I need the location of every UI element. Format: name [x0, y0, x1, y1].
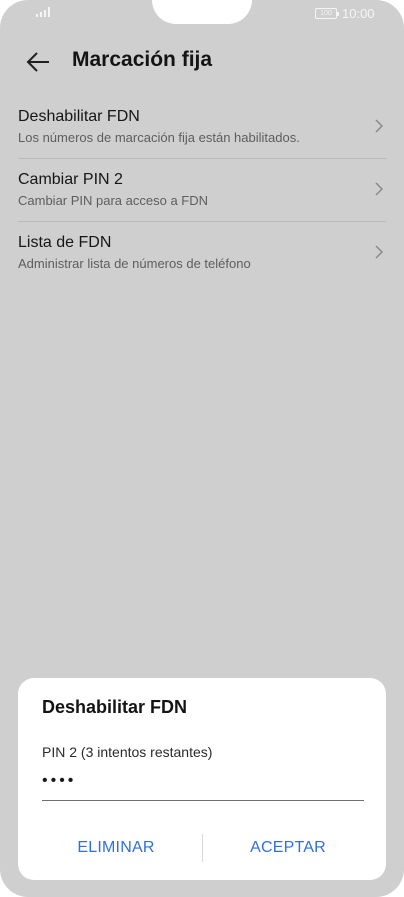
phone-screen: 100 10:00 Marcación fija Deshabilitar FD…: [0, 0, 404, 897]
settings-list: Deshabilitar FDN Los números de marcació…: [18, 96, 386, 284]
settings-item-title: Deshabilitar FDN: [18, 108, 140, 125]
signal-icon: [36, 7, 50, 17]
status-time: 10:00: [342, 6, 375, 21]
dialog-actions: ELIMINAR ACEPTAR: [18, 828, 386, 868]
arrow-left-icon[interactable]: [22, 46, 54, 78]
settings-item-fdn-list[interactable]: Lista de FDN Administrar lista de número…: [18, 222, 386, 284]
disable-fdn-dialog: Deshabilitar FDN PIN 2 (3 intentos resta…: [18, 678, 386, 880]
chevron-right-icon: [375, 245, 384, 259]
pin2-label: PIN 2 (3 intentos restantes): [42, 744, 213, 760]
settings-item-title: Cambiar PIN 2: [18, 171, 123, 188]
settings-item-subtitle: Los números de marcación fija están habi…: [18, 130, 300, 145]
settings-item-change-pin2[interactable]: Cambiar PIN 2 Cambiar PIN para acceso a …: [18, 159, 386, 222]
settings-item-disable-fdn[interactable]: Deshabilitar FDN Los números de marcació…: [18, 96, 386, 159]
dialog-title: Deshabilitar FDN: [42, 697, 188, 717]
chevron-right-icon: [375, 119, 384, 133]
button-divider: [202, 834, 203, 862]
page-title: Marcación fija: [72, 48, 213, 71]
accept-button[interactable]: ACEPTAR: [204, 828, 372, 868]
status-bar: 100 10:00: [0, 0, 404, 26]
app-bar: Marcación fija: [0, 40, 404, 84]
settings-item-subtitle: Administrar lista de números de teléfono: [18, 256, 251, 271]
battery-icon: 100: [315, 8, 339, 19]
battery-level: 100: [320, 10, 332, 17]
pin2-input[interactable]: ••••: [42, 770, 364, 801]
settings-item-title: Lista de FDN: [18, 234, 112, 251]
settings-item-subtitle: Cambiar PIN para acceso a FDN: [18, 193, 209, 208]
chevron-right-icon: [375, 182, 384, 196]
delete-button[interactable]: ELIMINAR: [32, 828, 200, 868]
